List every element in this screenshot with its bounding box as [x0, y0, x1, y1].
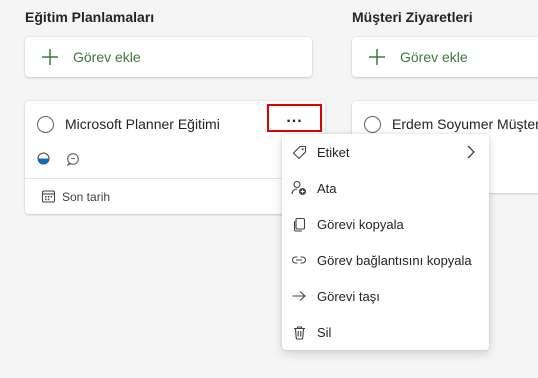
due-date-label: Son tarih [62, 189, 111, 204]
due-date-button[interactable]: Son tarih [41, 189, 110, 204]
menu-item-label[interactable]: Etiket [282, 134, 489, 170]
complete-task-checkbox[interactable] [37, 116, 54, 133]
menu-item-assign[interactable]: Ata [282, 170, 489, 206]
bucket-title-musteri: Müşteri Ziyaretleri [352, 9, 473, 25]
plus-icon [368, 48, 386, 66]
add-task-label: Görev ekle [73, 49, 141, 65]
more-options-button[interactable]: ... [267, 104, 322, 132]
tag-icon [291, 144, 307, 160]
add-task-button-2[interactable]: Görev ekle [352, 37, 538, 77]
progress-icon[interactable] [37, 152, 50, 170]
chevron-right-icon [466, 145, 476, 162]
assign-person-icon [291, 180, 307, 196]
arrow-right-icon [291, 288, 307, 304]
copy-icon [291, 216, 307, 232]
comment-icon[interactable] [66, 152, 80, 171]
link-icon [291, 252, 307, 268]
add-task-button[interactable]: Görev ekle [25, 37, 312, 77]
task-title: Erdem Soyumer Müşter [392, 116, 538, 132]
add-task-label: Görev ekle [400, 49, 468, 65]
complete-task-checkbox[interactable] [364, 116, 381, 133]
menu-item-move-task[interactable]: Görevi taşı [282, 278, 489, 314]
plus-icon [41, 48, 59, 66]
menu-item-copy-link[interactable]: Görev bağlantısını kopyala [282, 242, 489, 278]
card-divider [25, 178, 325, 179]
task-context-menu: Etiket Ata Görevi kopyala Görev bağlantı… [282, 134, 489, 350]
menu-item-copy-task[interactable]: Görevi kopyala [282, 206, 489, 242]
task-title: Microsoft Planner Eğitimi [65, 116, 220, 132]
bucket-title-egitim: Eğitim Planlamaları [25, 9, 155, 25]
menu-item-delete[interactable]: Sil [282, 314, 489, 350]
calendar-icon [41, 190, 56, 203]
trash-icon [291, 324, 307, 340]
